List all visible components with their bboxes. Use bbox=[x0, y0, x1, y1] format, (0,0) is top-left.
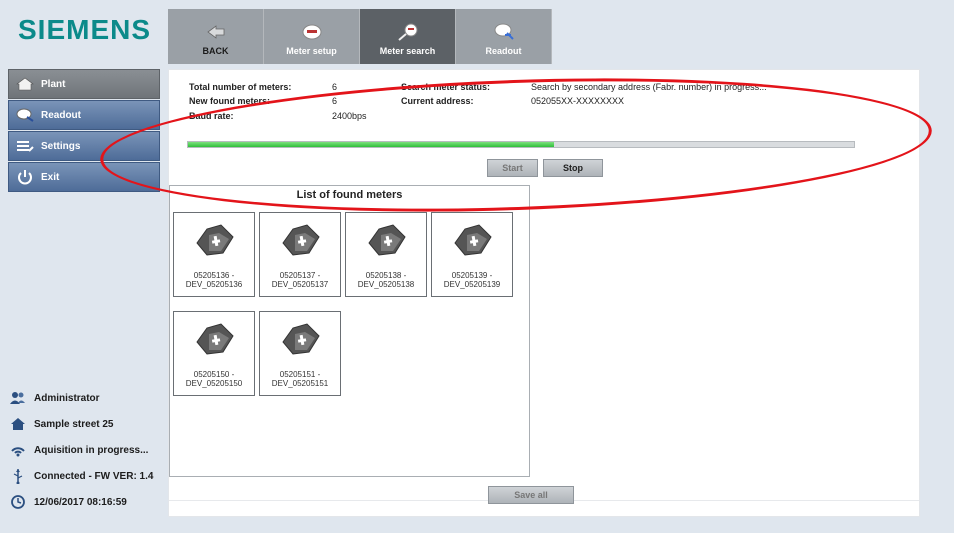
meter-device-name: DEV_05205139 bbox=[443, 280, 501, 289]
tab-meter-search[interactable]: Meter search bbox=[360, 9, 456, 64]
meter-id: 05205151 - bbox=[279, 370, 321, 379]
meter-device-name: DEV_05205136 bbox=[185, 280, 243, 289]
meter-search-icon bbox=[397, 23, 419, 41]
meter-tile-label: 05205136 - DEV_05205136 bbox=[174, 271, 254, 289]
search-status-label: Search meter status: bbox=[401, 82, 491, 92]
current-address-value: 052055XX-XXXXXXXX bbox=[531, 96, 625, 106]
meter-tile-label: 05205139 - DEV_05205139 bbox=[432, 271, 512, 289]
users-icon bbox=[10, 390, 26, 406]
meter-tile-label: 05205137 - DEV_05205137 bbox=[260, 271, 340, 289]
sidebar: Plant Readout Settings Exit bbox=[8, 69, 160, 193]
sidebar-item-label: Exit bbox=[41, 171, 60, 183]
current-address-label: Current address: bbox=[401, 96, 474, 106]
tab-readout[interactable]: Readout bbox=[456, 9, 552, 64]
meter-add-icon bbox=[195, 223, 235, 257]
sidebar-item-label: Readout bbox=[41, 109, 81, 121]
start-button[interactable]: Start bbox=[487, 159, 538, 177]
total-meters-value: 6 bbox=[332, 82, 338, 92]
meter-tile-label: 05205138 - DEV_05205138 bbox=[346, 271, 426, 289]
meter-add-icon bbox=[281, 223, 321, 257]
back-arrow-icon bbox=[205, 24, 227, 40]
readout-icon bbox=[15, 107, 35, 123]
sidebar-item-settings[interactable]: Settings bbox=[8, 131, 160, 161]
meter-id: 05205136 - bbox=[193, 271, 235, 280]
found-meters-list: List of found meters 05205136 - DEV_05205… bbox=[169, 185, 530, 477]
status-user-text: Administrator bbox=[34, 392, 100, 404]
meter-id: 05205137 - bbox=[279, 271, 321, 280]
progress-fill bbox=[188, 142, 555, 147]
status-address-text: Sample street 25 bbox=[34, 418, 114, 430]
meter-tile[interactable]: 05205139 - DEV_05205139 bbox=[431, 212, 513, 297]
signal-icon bbox=[10, 442, 26, 458]
meter-device-name: DEV_05205137 bbox=[271, 280, 329, 289]
stop-button[interactable]: Stop bbox=[543, 159, 603, 177]
save-all-button[interactable]: Save all bbox=[488, 486, 574, 504]
status-datetime: 12/06/2017 08:16:59 bbox=[10, 489, 160, 515]
meter-id: 05205150 - bbox=[193, 370, 235, 379]
main-panel: Total number of meters: 6 New found mete… bbox=[168, 69, 920, 517]
meter-setup-icon bbox=[301, 24, 323, 40]
sidebar-item-label: Settings bbox=[41, 140, 81, 152]
baud-rate-value: 2400bps bbox=[332, 111, 367, 121]
meter-device-name: DEV_05205150 bbox=[185, 379, 243, 388]
status-address: Sample street 25 bbox=[10, 411, 160, 437]
meter-add-icon bbox=[367, 223, 407, 257]
meter-id: 05205138 - bbox=[365, 271, 407, 280]
meter-add-icon bbox=[453, 223, 493, 257]
meter-device-name: DEV_05205151 bbox=[271, 379, 329, 388]
meter-id: 05205139 - bbox=[451, 271, 493, 280]
meter-tile[interactable]: 05205136 - DEV_05205136 bbox=[173, 212, 255, 297]
status-connection: Connected - FW VER: 1.4 bbox=[10, 463, 160, 489]
tab-meter-search-label: Meter search bbox=[379, 46, 436, 56]
baud-rate-label: Baud rate: bbox=[189, 111, 234, 121]
tab-meter-setup[interactable]: Meter setup bbox=[264, 9, 360, 64]
clock-icon bbox=[10, 494, 26, 510]
new-meters-value: 6 bbox=[332, 96, 338, 106]
meter-tile[interactable]: 05205138 - DEV_05205138 bbox=[345, 212, 427, 297]
meter-tile[interactable]: 05205137 - DEV_05205137 bbox=[259, 212, 341, 297]
tab-readout-label: Readout bbox=[485, 46, 522, 56]
power-icon bbox=[15, 169, 35, 185]
meter-tile[interactable]: 05205151 - DEV_05205151 bbox=[259, 311, 341, 396]
sidebar-item-label: Plant bbox=[41, 78, 66, 90]
search-status-value: Search by secondary address (Fabr. numbe… bbox=[531, 82, 767, 92]
meter-tile-label: 05205151 - DEV_05205151 bbox=[260, 370, 340, 388]
siemens-logo: SIEMENS bbox=[18, 14, 152, 45]
meter-tile-label: 05205150 - DEV_05205150 bbox=[174, 370, 254, 388]
status-connection-text: Connected - FW VER: 1.4 bbox=[34, 470, 154, 482]
found-meters-title: List of found meters bbox=[296, 189, 403, 201]
back-button[interactable]: BACK bbox=[168, 9, 264, 64]
tab-meter-setup-label: Meter setup bbox=[286, 46, 337, 56]
usb-icon bbox=[10, 468, 26, 484]
search-progress-bar bbox=[187, 141, 855, 148]
status-panel: Administrator Sample street 25 Aquisitio… bbox=[10, 385, 160, 515]
meter-device-name: DEV_05205138 bbox=[357, 280, 415, 289]
status-user: Administrator bbox=[10, 385, 160, 411]
total-meters-label: Total number of meters: bbox=[189, 82, 292, 92]
meter-tile[interactable]: 05205150 - DEV_05205150 bbox=[173, 311, 255, 396]
sidebar-item-readout[interactable]: Readout bbox=[8, 100, 160, 130]
new-meters-label: New found meters: bbox=[189, 96, 271, 106]
sidebar-item-exit[interactable]: Exit bbox=[8, 162, 160, 192]
top-navigation: BACK Meter setup Meter search Readout bbox=[168, 9, 552, 64]
status-acquisition: Aquisition in progress... bbox=[10, 437, 160, 463]
sidebar-item-plant[interactable]: Plant bbox=[8, 69, 160, 99]
readout-icon bbox=[493, 23, 515, 40]
home-icon bbox=[10, 416, 26, 432]
meter-add-icon bbox=[195, 322, 235, 356]
status-datetime-text: 12/06/2017 08:16:59 bbox=[34, 496, 127, 508]
status-acquisition-text: Aquisition in progress... bbox=[34, 444, 149, 456]
back-button-label: BACK bbox=[202, 46, 229, 56]
meter-add-icon bbox=[281, 322, 321, 356]
settings-list-icon bbox=[15, 138, 35, 154]
house-icon bbox=[15, 76, 35, 92]
